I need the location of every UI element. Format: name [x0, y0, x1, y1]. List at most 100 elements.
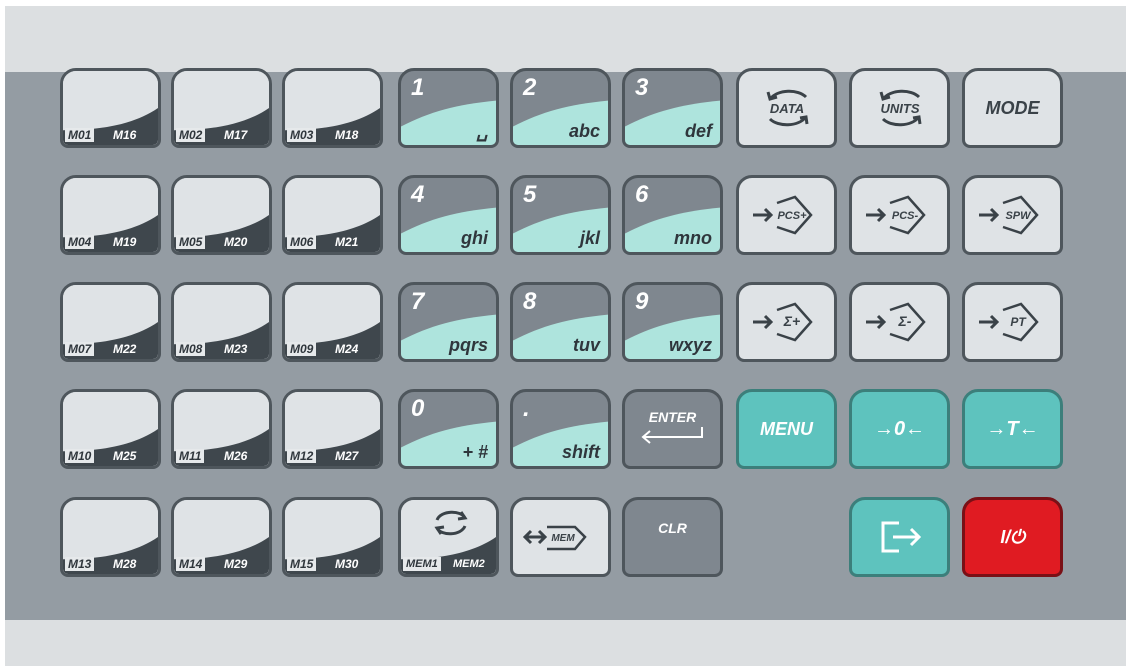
memory-label-secondary: M23 — [224, 342, 248, 356]
numeric-key[interactable]: 3 def — [622, 68, 723, 148]
memory-label-primary: M14 — [176, 557, 206, 571]
mem-transfer-icon: MEM — [513, 500, 608, 574]
memory-label-primary: M05 — [176, 235, 206, 249]
memory-key[interactable]: M02 M17 — [171, 68, 272, 148]
power-key[interactable]: I/⏻ — [962, 497, 1063, 577]
memory-label-secondary: M26 — [224, 449, 248, 463]
clr-key[interactable]: CLR — [622, 497, 723, 577]
memory-label-primary: M09 — [287, 342, 317, 356]
memory-key[interactable]: M05 M20 — [171, 175, 272, 255]
memory-label-secondary: M30 — [335, 557, 359, 571]
key-letters: mno — [674, 228, 712, 248]
enter-key[interactable]: ENTER — [622, 389, 723, 469]
key-letters: + # — [462, 442, 488, 462]
numeric-key[interactable]: 8 tuv — [510, 282, 611, 362]
memory-key[interactable]: M03 M18 — [282, 68, 383, 148]
mem1-label: MEM1 — [403, 557, 441, 571]
zero-label: →0← — [873, 417, 926, 440]
tare-key[interactable]: →T← — [962, 389, 1063, 469]
memory-label-secondary: M17 — [224, 128, 248, 142]
memory-key[interactable]: M13 M28 — [60, 497, 161, 577]
memory-label-secondary: M18 — [335, 128, 359, 142]
exit-key[interactable] — [849, 497, 950, 577]
memory-label-primary: M15 — [287, 557, 317, 571]
mode-key[interactable]: MODE — [962, 68, 1063, 148]
svg-text:PCS-: PCS- — [891, 210, 918, 222]
mem-swap-key[interactable]: MEM1 MEM2 — [398, 497, 499, 577]
units-key[interactable]: UNITS — [849, 68, 950, 148]
top-frame — [5, 6, 1126, 72]
memory-label-primary: M02 — [176, 128, 206, 142]
key-letters: tuv — [573, 335, 600, 355]
mem2-label: MEM2 — [453, 558, 485, 570]
menu-key[interactable]: MENU — [736, 389, 837, 469]
memory-key[interactable]: M11 M26 — [171, 389, 272, 469]
data-key[interactable]: DATA — [736, 68, 837, 148]
memory-key[interactable]: M12 M27 — [282, 389, 383, 469]
pcs-plus-key[interactable]: PCS+ — [736, 175, 837, 255]
memory-key[interactable]: M06 M21 — [282, 175, 383, 255]
key-digit: 3 — [635, 74, 649, 101]
sum-minus-key[interactable]: Σ- — [849, 282, 950, 362]
memory-label-secondary: M24 — [335, 342, 359, 356]
pcs-plus-icon: PCS+ — [739, 178, 834, 252]
pcs-minus-key[interactable]: PCS- — [849, 175, 950, 255]
memory-key[interactable]: M09 M24 — [282, 282, 383, 362]
memory-key[interactable]: M01 M16 — [60, 68, 161, 148]
key-digit: 7 — [411, 288, 425, 315]
memory-key[interactable]: M07 M22 — [60, 282, 161, 362]
memory-label-primary: M10 — [65, 449, 95, 463]
spw-key[interactable]: SPW — [962, 175, 1063, 255]
svg-text:PCS+: PCS+ — [777, 210, 807, 222]
memory-label-secondary: M22 — [113, 342, 137, 356]
key-digit: 9 — [635, 288, 649, 315]
svg-text:UNITS: UNITS — [880, 101, 919, 116]
key-digit: 4 — [411, 181, 425, 208]
memory-key[interactable]: M04 M19 — [60, 175, 161, 255]
sum-minus-icon: Σ- — [852, 285, 947, 359]
key-letters: pqrs — [448, 335, 488, 355]
numeric-key[interactable]: 2 abc — [510, 68, 611, 148]
numeric-key[interactable]: 7 pqrs — [398, 282, 499, 362]
memory-key[interactable]: M08 M23 — [171, 282, 272, 362]
key-digit: 6 — [635, 181, 649, 208]
pcs-minus-icon: PCS- — [852, 178, 947, 252]
sum-plus-key[interactable]: Σ+ — [736, 282, 837, 362]
key-letters: wxyz — [668, 335, 712, 355]
numeric-key[interactable]: 0 + # — [398, 389, 499, 469]
tare-label: →T← — [986, 417, 1039, 440]
memory-label-primary: M12 — [287, 449, 317, 463]
numeric-key[interactable]: . shift — [510, 389, 611, 469]
key-digit: 8 — [523, 288, 537, 315]
key-digit: 5 — [523, 181, 537, 208]
mem-transfer-key[interactable]: MEM — [510, 497, 611, 577]
svg-text:DATA: DATA — [769, 101, 803, 116]
clr-label: CLR — [658, 520, 687, 536]
key-letters: def — [685, 121, 712, 141]
memory-label-secondary: M16 — [113, 128, 137, 142]
svg-text:MEM: MEM — [551, 533, 575, 544]
memory-label-primary: M04 — [65, 235, 95, 249]
memory-label-primary: M03 — [287, 128, 317, 142]
numeric-key[interactable]: 4 ghi — [398, 175, 499, 255]
memory-key[interactable]: M10 M25 — [60, 389, 161, 469]
key-letters: abc — [568, 121, 600, 141]
zero-key[interactable]: →0← — [849, 389, 950, 469]
clr-glyph: CLR — [625, 500, 720, 574]
svg-text:Σ+: Σ+ — [782, 313, 799, 329]
memory-key[interactable]: M14 M29 — [171, 497, 272, 577]
key-letters: jkl — [579, 228, 600, 248]
spw-icon: SPW — [965, 178, 1060, 252]
svg-text:Σ-: Σ- — [897, 313, 911, 329]
numeric-key[interactable]: 1 ␣ — [398, 68, 499, 148]
sum-plus-icon: Σ+ — [739, 285, 834, 359]
memory-label-secondary: M25 — [113, 449, 137, 463]
svg-text:PT: PT — [1010, 315, 1027, 329]
numeric-key[interactable]: 9 wxyz — [622, 282, 723, 362]
numeric-key[interactable]: 5 jkl — [510, 175, 611, 255]
pt-icon: PT — [965, 285, 1060, 359]
numeric-key[interactable]: 6 mno — [622, 175, 723, 255]
pt-key[interactable]: PT — [962, 282, 1063, 362]
key-letters: shift — [562, 442, 600, 462]
memory-key[interactable]: M15 M30 — [282, 497, 383, 577]
